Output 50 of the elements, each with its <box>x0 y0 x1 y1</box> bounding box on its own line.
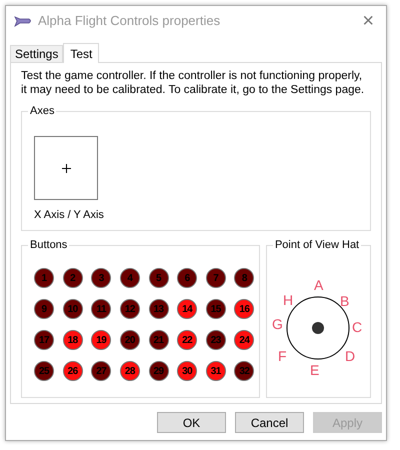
button-indicator: 32 <box>234 361 254 381</box>
button-indicator: 20 <box>120 330 140 350</box>
button-indicator: 28 <box>120 361 140 381</box>
button-indicator: 16 <box>234 299 254 319</box>
tab[interactable]: Settings <box>10 45 64 62</box>
button-indicator: 29 <box>148 361 168 381</box>
direction-label: A <box>314 278 324 292</box>
direction-label: F <box>278 349 286 363</box>
button-indicator: 4 <box>120 268 140 288</box>
button-indicator: 5 <box>148 268 168 288</box>
button-indicator: 15 <box>206 299 226 319</box>
button-indicator: 2 <box>62 268 83 288</box>
dialog-button[interactable]: OK <box>157 412 226 433</box>
button-indicator: 6 <box>177 268 198 288</box>
direction-label: E <box>310 363 320 377</box>
close-button[interactable]: × <box>358 11 378 31</box>
window-title: Alpha Flight Controls properties <box>38 12 222 30</box>
dialog-button[interactable]: Cancel <box>235 412 304 433</box>
crosshair-icon <box>62 164 70 172</box>
button-indicator: 31 <box>206 361 226 381</box>
axis-label: X Axis / Y Axis <box>34 208 105 223</box>
direction-label: C <box>352 320 362 334</box>
button-indicator: 17 <box>34 330 54 350</box>
button-indicator: 23 <box>206 330 226 350</box>
button-indicator: 27 <box>91 361 112 381</box>
button-indicator: 22 <box>177 330 198 350</box>
direction-label: G <box>272 317 283 331</box>
button-indicator: 25 <box>34 361 54 381</box>
button-indicator: 13 <box>148 299 168 319</box>
direction-label: D <box>344 349 356 363</box>
tab[interactable]: Test <box>63 43 100 63</box>
plane-icon <box>14 15 32 27</box>
button-indicator: 19 <box>91 330 112 350</box>
button-indicator: 30 <box>177 361 198 381</box>
button-indicator: 10 <box>62 299 83 319</box>
button-indicator: 3 <box>91 268 112 288</box>
button-indicator: 26 <box>62 361 83 381</box>
button-indicator: 12 <box>120 299 140 319</box>
button-indicator: 14 <box>177 299 198 319</box>
button-indicator: 7 <box>206 268 226 288</box>
button-indicator: 21 <box>148 330 168 350</box>
button-indicator: 11 <box>91 299 112 319</box>
button-indicator: 1 <box>34 268 54 288</box>
direction-label: B <box>340 294 350 308</box>
instructions-text: Test the game controller. If the controller is not functioning properly, it may need to be calibrated. To calibrate it, go to the Settings page. <box>21 69 366 97</box>
button-indicator: 9 <box>34 299 54 319</box>
direction-label: H <box>282 293 294 307</box>
button-indicator: 24 <box>234 330 254 350</box>
button-indicator: 8 <box>234 268 254 288</box>
button-indicator: 18 <box>62 330 83 350</box>
